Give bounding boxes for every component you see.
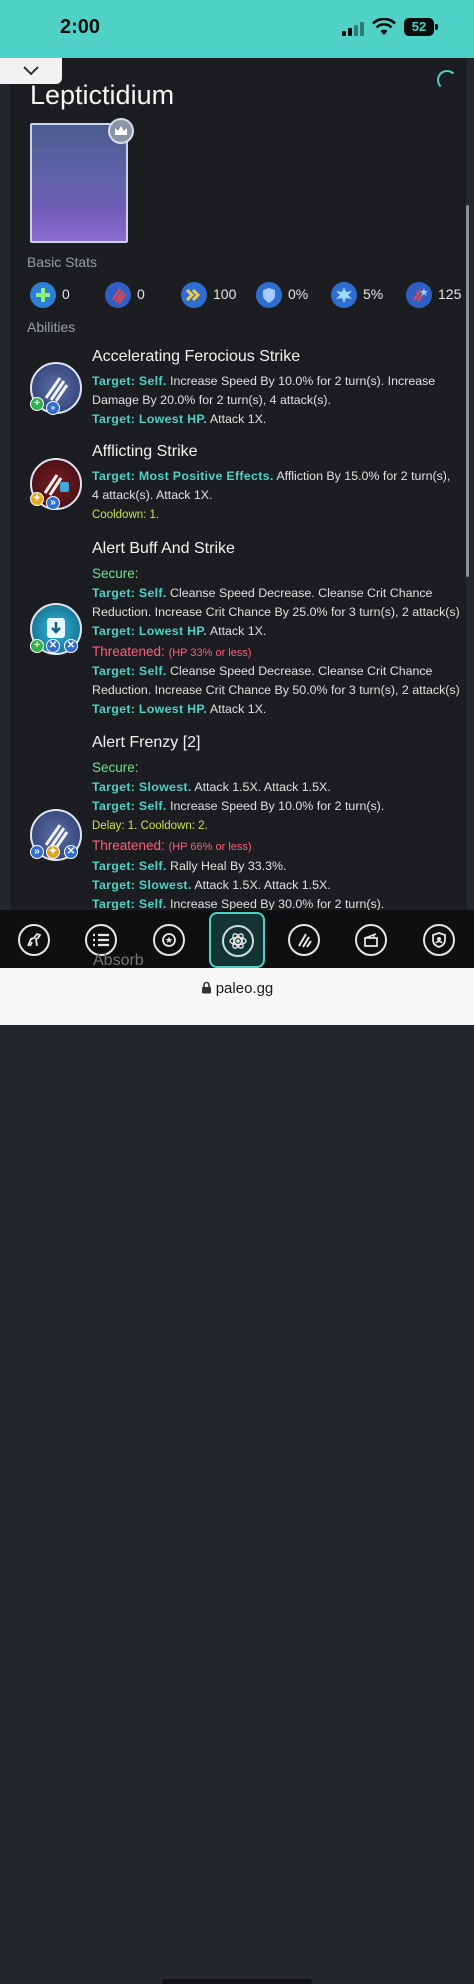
chevron-down-icon xyxy=(23,66,39,76)
battery-icon: 52 xyxy=(404,18,438,36)
status-bar: 2:00 52 xyxy=(0,0,474,58)
clapperboard-icon xyxy=(355,924,387,956)
effect-text: Reduction. Increase Crit Chance By 25.0%… xyxy=(92,605,460,619)
scrollbar[interactable] xyxy=(466,205,469,577)
effect-text: Attack 1.5X. Attack 1.5X. xyxy=(191,780,331,794)
atom-icon xyxy=(222,925,254,957)
effect-text: Attack 1X. xyxy=(207,624,267,638)
heal-plus-icon: + xyxy=(30,397,44,411)
status-time: 2:00 xyxy=(60,16,101,38)
target-label: Target: Slowest. xyxy=(92,780,192,794)
url-text: paleo.gg xyxy=(215,980,274,997)
lock-icon xyxy=(201,981,211,994)
effect-text: Reduction. Increase Crit Chance By 50.0%… xyxy=(92,683,460,697)
target-label: Target: Self. xyxy=(92,664,167,678)
basic-stats-heading: Basic Stats xyxy=(27,254,98,270)
abilities-heading: Abilities xyxy=(27,319,76,335)
browser-url-bar[interactable]: paleo.gg xyxy=(0,968,474,1984)
effect-text: Attack 1X. xyxy=(207,412,267,426)
crit-burst-icon xyxy=(331,282,357,308)
target-label: Target: Self. xyxy=(92,374,167,388)
ability-card[interactable]: » ✦ ✕ Alert Frenzy [2] Secure: Target: S… xyxy=(28,731,474,913)
crit-chance-icon: ✕ xyxy=(64,639,78,653)
threatened-label: Threatened: xyxy=(92,838,165,853)
effect-text: Affliction By 15.0% for 2 turn(s), xyxy=(273,469,451,483)
effect-text: 4 attack(s). Attack 1X. xyxy=(92,488,213,502)
effect-text: Increase Speed By 10.0% for 2 turn(s). xyxy=(166,799,385,813)
effect-text: Attack 1.5X. Attack 1.5X. xyxy=(191,878,331,892)
home-indicator[interactable] xyxy=(162,1979,312,1984)
speed-buff-icon: » xyxy=(30,845,44,859)
claw-icon xyxy=(288,924,320,956)
secure-label: Secure: xyxy=(92,760,139,775)
tab-abilities[interactable] xyxy=(209,912,265,968)
secure-label: Secure: xyxy=(92,566,139,581)
cellular-signal-icon xyxy=(342,22,366,36)
target-label: Target: Self. xyxy=(92,586,167,600)
effect-text: Increase Speed By 30.0% for 2 turn(s). xyxy=(166,897,385,911)
stat-value: 100 xyxy=(213,286,237,302)
ability-card[interactable]: + » Accelerating Ferocious Strike Target… xyxy=(28,345,474,435)
effect-text: Attack 1X. xyxy=(207,702,267,716)
priority-icon: » xyxy=(46,496,60,510)
loading-spinner-icon xyxy=(437,70,457,90)
rarity-crown-icon xyxy=(108,118,134,144)
target-label: Target: Self. xyxy=(92,859,167,873)
cooldown-text: Delay: 1. Cooldown: 2. xyxy=(92,820,208,832)
priority-icon: ✕ xyxy=(64,845,78,859)
ability-card[interactable]: ✦ » Afflicting Strike Target: Most Posit… xyxy=(28,440,474,530)
ability-name: Alert Frenzy [2] xyxy=(92,734,201,751)
speed-buff-icon: » xyxy=(46,401,60,415)
cleanse-plus-icon: + xyxy=(30,639,44,653)
stat-value: 0% xyxy=(288,286,309,302)
tab-dinosaurs[interactable] xyxy=(9,915,59,965)
effect-text: Cleanse Speed Decrease. Cleanse Crit Cha… xyxy=(166,664,433,678)
wifi-icon xyxy=(372,18,396,35)
target-label: Target: Lowest HP. xyxy=(92,624,208,638)
target-label: Target: Most Positive Effects. xyxy=(92,469,274,483)
dinosaur-icon xyxy=(18,924,50,956)
effect-text: Cleanse Speed Decrease. Cleanse Crit Cha… xyxy=(166,586,433,600)
crit-buff-icon: ✕ xyxy=(46,639,60,653)
armor-shield-icon xyxy=(256,282,282,308)
ability-card[interactable]: + ✕ ✕ Alert Buff And Strike Secure: Targ… xyxy=(28,537,474,722)
cooldown-text: Cooldown: 1. xyxy=(92,509,160,521)
target-label: Target: Lowest HP. xyxy=(92,412,208,426)
effect-text: Damage By 20.0% for 2 turn(s), 4 attack(… xyxy=(92,393,331,407)
tab-media[interactable] xyxy=(346,915,396,965)
stat-value: 0 xyxy=(62,286,70,302)
stat-value: 125 xyxy=(438,286,462,302)
stat-value: 0 xyxy=(137,286,145,302)
bottom-tab-bar xyxy=(0,910,474,968)
rally-heal-icon: ✦ xyxy=(46,845,60,859)
effect-text: Rally Heal By 33.3%. xyxy=(166,859,287,873)
ability-name: Afflicting Strike xyxy=(92,443,198,460)
creature-name: Leptictidium xyxy=(30,80,175,110)
threatened-condition: (HP 66% or less) xyxy=(168,841,252,853)
target-label: Target: Self. xyxy=(92,897,167,911)
crit-damage-icon xyxy=(406,282,432,308)
shield-badge-icon xyxy=(423,924,455,956)
speed-chevrons-icon xyxy=(181,282,207,308)
tab-profile[interactable] xyxy=(414,915,464,965)
threatened-label: Threatened: xyxy=(92,644,165,659)
target-label: Target: Lowest HP. xyxy=(92,702,208,716)
target-label: Target: Slowest. xyxy=(92,878,192,892)
threatened-condition: (HP 33% or less) xyxy=(168,647,252,659)
tab-claws[interactable] xyxy=(279,915,329,965)
target-label: Target: Self. xyxy=(92,799,167,813)
claw-damage-icon xyxy=(105,282,131,308)
tab-achievements[interactable] xyxy=(144,915,194,965)
affliction-icon: ✦ xyxy=(30,492,44,506)
stat-value: 5% xyxy=(363,286,384,302)
achievement-badge-icon xyxy=(153,924,185,956)
ability-name: Alert Buff And Strike xyxy=(92,540,235,557)
effect-text: Increase Speed By 10.0% for 2 turn(s). I… xyxy=(166,374,436,388)
ability-name: Accelerating Ferocious Strike xyxy=(92,348,301,365)
health-plus-icon xyxy=(30,282,56,308)
